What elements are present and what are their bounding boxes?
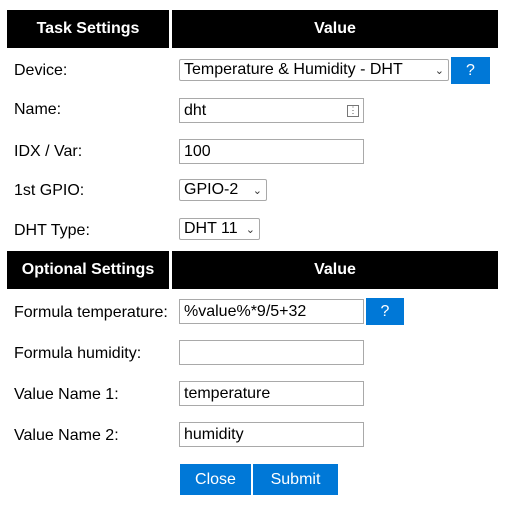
value-name-1-label: Value Name 1: [14,386,119,403]
chevron-down-icon: ⌄ [252,184,262,197]
formula-humidity-input[interactable] [179,340,364,365]
formula-humidity-label: Formula humidity: [14,345,142,362]
idx-input-value: 100 [184,142,211,160]
dht-type-label: DHT Type: [14,222,90,239]
device-select-value: Temperature & Humidity - DHT [184,61,403,78]
device-help-label: ? [466,61,475,79]
idx-label: IDX / Var: [14,143,83,160]
task-settings-header: Task Settings [7,10,169,48]
dht-type-select[interactable]: DHT 11 ⌄ [179,218,260,240]
chevron-down-icon: ⌄ [434,64,444,77]
value-name-1-value: temperature [184,384,271,402]
submit-button-label: Submit [270,470,321,488]
device-help-button[interactable]: ? [451,57,490,84]
close-button-label: Close [195,470,236,488]
task-settings-title: Task Settings [36,20,140,37]
formula-temperature-value: %value%*9/5+32 [184,302,307,320]
dht-type-select-value: DHT 11 [184,220,238,237]
gpio-select[interactable]: GPIO-2 ⌄ [179,179,267,201]
formula-help-label: ? [380,302,390,320]
optional-value-title: Value [314,261,356,278]
idx-input[interactable]: 100 [179,139,364,164]
optional-settings-title: Optional Settings [21,261,155,278]
device-label: Device: [14,62,68,79]
value-name-2-value: humidity [184,425,244,443]
submit-button[interactable]: Submit [253,464,338,495]
gpio-select-value: GPIO-2 [184,181,239,198]
optional-value-header: Value [172,251,498,289]
value-name-2-label: Value Name 2: [14,427,119,444]
formula-temperature-input[interactable]: %value%*9/5+32 [179,299,364,324]
value-name-1-input[interactable]: temperature [179,381,364,406]
close-button[interactable]: Close [180,464,251,495]
optional-settings-header: Optional Settings [7,251,169,289]
formula-help-button[interactable]: ? [366,298,404,325]
formula-temperature-label: Formula temperature: [14,304,168,321]
name-input-value: dht [184,101,207,119]
chevron-down-icon: ⌄ [245,223,255,236]
value-name-2-input[interactable]: humidity [179,422,364,447]
name-input[interactable]: dht ⋮ [179,98,364,123]
autofill-key-icon[interactable]: ⋮ [347,104,359,117]
gpio-label: 1st GPIO: [14,182,85,199]
device-select[interactable]: Temperature & Humidity - DHT ⌄ [179,59,449,81]
task-value-title: Value [314,20,356,37]
task-value-header: Value [172,10,498,48]
name-label: Name: [14,101,62,118]
